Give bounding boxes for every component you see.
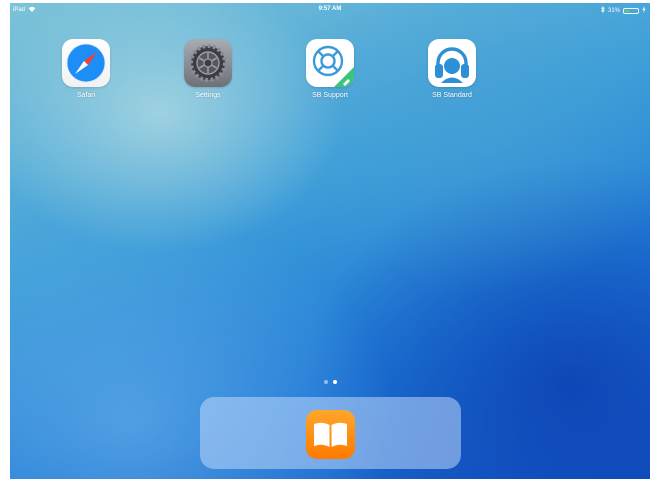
charging-bolt-icon xyxy=(642,6,646,15)
open-book-icon xyxy=(314,422,347,447)
dock xyxy=(200,397,461,469)
home-screen: iPad 9:57 AM 31% Safari Settings SB Supp… xyxy=(10,3,650,479)
safari-compass-icon[interactable] xyxy=(62,39,110,87)
page-dot-1[interactable] xyxy=(323,380,328,384)
dock-app-books[interactable] xyxy=(306,410,355,459)
page-dot-2[interactable] xyxy=(332,380,337,384)
battery-level xyxy=(625,9,629,12)
bluetooth-icon xyxy=(601,5,605,15)
app-label-sb-standard: SB Standard xyxy=(432,92,472,99)
settings-gear-icon[interactable] xyxy=(184,39,232,87)
lifebuoy-icon[interactable] xyxy=(306,39,354,87)
battery-percent: 31% xyxy=(607,7,620,14)
app-settings[interactable]: Settings xyxy=(173,39,243,99)
app-sb-standard[interactable]: SB Standard xyxy=(417,39,487,99)
app-label-safari: Safari xyxy=(76,92,96,99)
status-right: 31% xyxy=(601,5,646,15)
app-safari[interactable]: Safari xyxy=(51,39,121,99)
battery-icon xyxy=(623,7,639,14)
app-sb-support[interactable]: SB Support xyxy=(295,39,365,99)
status-bar: iPad 9:57 AM 31% xyxy=(10,3,650,17)
app-label-settings: Settings xyxy=(195,92,221,99)
headphones-icon[interactable] xyxy=(428,39,476,87)
app-label-sb-support: SB Support xyxy=(312,92,348,99)
status-time: 9:57 AM xyxy=(318,6,342,12)
page-indicator[interactable] xyxy=(10,380,650,384)
